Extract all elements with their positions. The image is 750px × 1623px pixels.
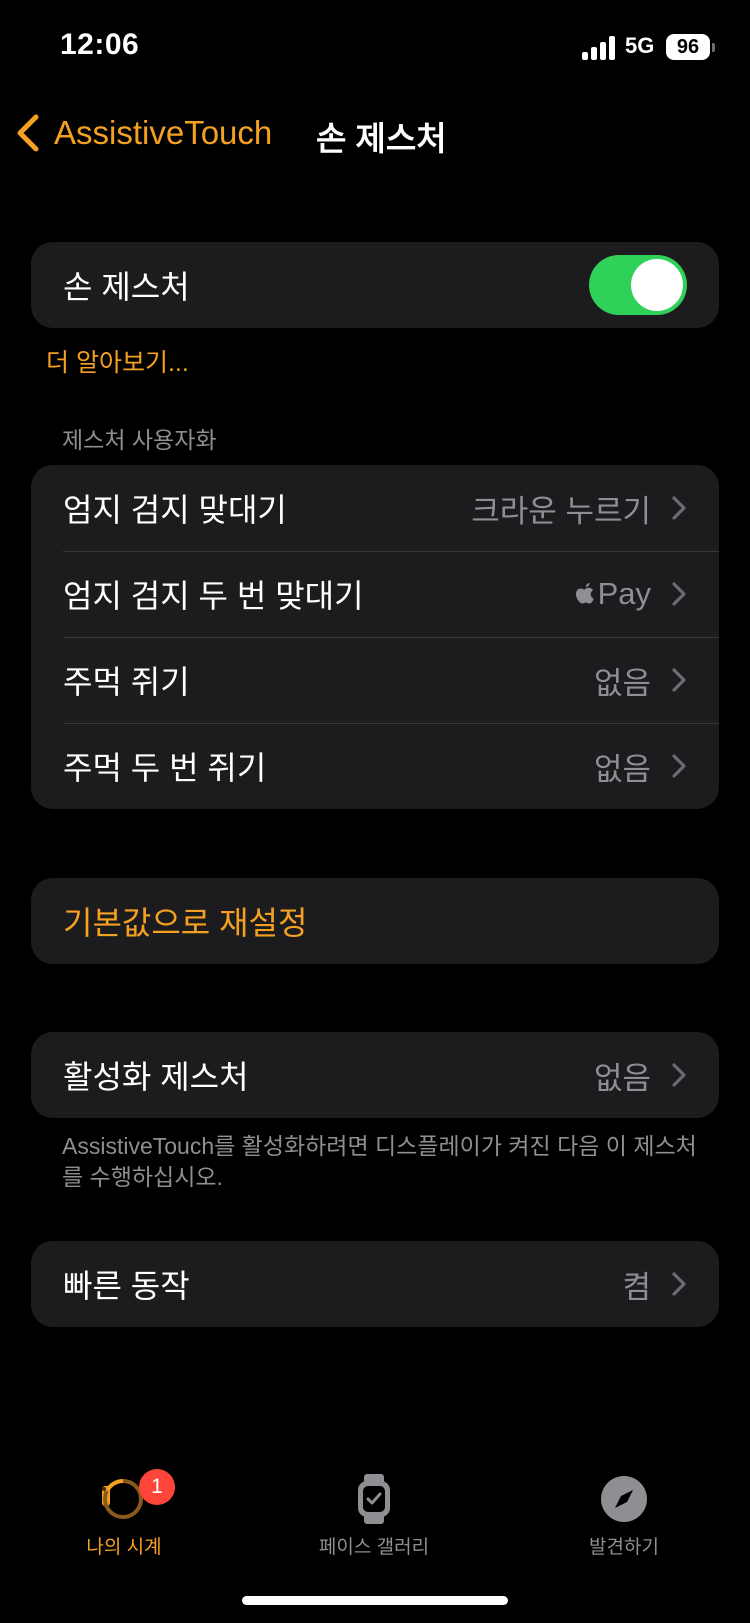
gesture-row-label: 엄지 검지 두 번 맞대기: [63, 578, 364, 614]
activation-gesture-label: 활성화 제스처: [63, 1059, 249, 1095]
customize-gestures-group: 엄지 검지 맞대기 크라운 누르기 엄지 검지 두 번 맞대기 Pay 주먹 쥐…: [31, 465, 719, 809]
hand-gesture-label: 손 제스처: [63, 269, 190, 305]
tab-my-watch-label: 나의 시계: [86, 1537, 162, 1558]
toggle-knob: [631, 259, 683, 311]
gesture-row-value: 없음: [593, 751, 651, 787]
reset-button[interactable]: 기본값으로 재설정: [31, 878, 719, 964]
gesture-row-clench[interactable]: 주먹 쥐기 없음: [31, 637, 719, 723]
chevron-right-icon: [672, 754, 686, 778]
quick-actions-row[interactable]: 빠른 동작 켬: [31, 1241, 719, 1327]
back-button[interactable]: AssistiveTouch: [14, 108, 272, 158]
activation-gesture-group: 활성화 제스처 없음: [31, 1032, 719, 1118]
apple-logo-icon: [575, 583, 594, 604]
gesture-row-double-clench[interactable]: 주먹 두 번 쥐기 없음: [31, 723, 719, 809]
battery-nub: [712, 43, 715, 52]
chevron-right-icon: [672, 496, 686, 520]
tab-discover[interactable]: 발견하기: [524, 1472, 724, 1559]
chevron-right-icon: [672, 1272, 686, 1296]
chevron-right-icon: [672, 582, 686, 606]
gesture-row-tap[interactable]: 엄지 검지 맞대기 크라운 누르기: [31, 465, 719, 551]
status-time: 12:06: [60, 28, 140, 61]
cellular-signal-icon: [582, 36, 616, 60]
gesture-row-value-text: Pay: [597, 576, 651, 611]
battery-icon: 96: [666, 34, 710, 60]
hand-gesture-row: 손 제스처: [31, 242, 719, 328]
gesture-row-double-tap[interactable]: 엄지 검지 두 번 맞대기 Pay: [31, 551, 719, 637]
quick-actions-label: 빠른 동작: [63, 1268, 190, 1304]
gesture-row-value: Pay: [574, 576, 651, 612]
tab-face-gallery[interactable]: 페이스 갤러리: [274, 1472, 474, 1559]
customize-section-header: 제스처 사용자화: [62, 427, 217, 453]
activation-gesture-row[interactable]: 활성화 제스처 없음: [31, 1032, 719, 1118]
notification-badge: 1: [139, 1469, 175, 1505]
gesture-row-label: 주먹 쥐기: [63, 664, 190, 700]
hand-gesture-group: 손 제스처: [31, 242, 719, 328]
chevron-right-icon: [672, 1063, 686, 1087]
activation-footer-text: AssistiveTouch를 활성화하려면 디스플레이가 켜진 다음 이 제스…: [62, 1133, 697, 1190]
tab-discover-label: 발견하기: [589, 1537, 659, 1558]
activation-gesture-value: 없음: [593, 1060, 651, 1096]
watch-face-gallery-icon: [358, 1474, 390, 1524]
back-button-label: AssistiveTouch: [54, 114, 273, 151]
gesture-row-value: 없음: [593, 665, 651, 701]
reset-button-label: 기본값으로 재설정: [63, 905, 308, 941]
chevron-right-icon: [672, 668, 686, 692]
gesture-row-label: 엄지 검지 맞대기: [63, 492, 287, 528]
quick-actions-value: 켬: [622, 1269, 651, 1305]
compass-icon: [601, 1476, 647, 1522]
hand-gesture-toggle[interactable]: [589, 255, 687, 315]
learn-more-link[interactable]: 더 알아보기...: [46, 343, 189, 379]
quick-actions-group: 빠른 동작 켬: [31, 1241, 719, 1327]
page-title: 손 제스처: [316, 120, 447, 157]
gesture-row-value: 크라운 누르기: [471, 493, 651, 529]
tab-face-gallery-label: 페이스 갤러리: [318, 1537, 430, 1558]
network-type: 5G: [625, 33, 655, 58]
tab-my-watch[interactable]: 나의 시계: [24, 1472, 224, 1559]
home-indicator: [242, 1596, 508, 1605]
gesture-row-label: 주먹 두 번 쥐기: [63, 750, 267, 786]
reset-group: 기본값으로 재설정: [31, 878, 719, 964]
chevron-left-icon: [17, 114, 39, 152]
